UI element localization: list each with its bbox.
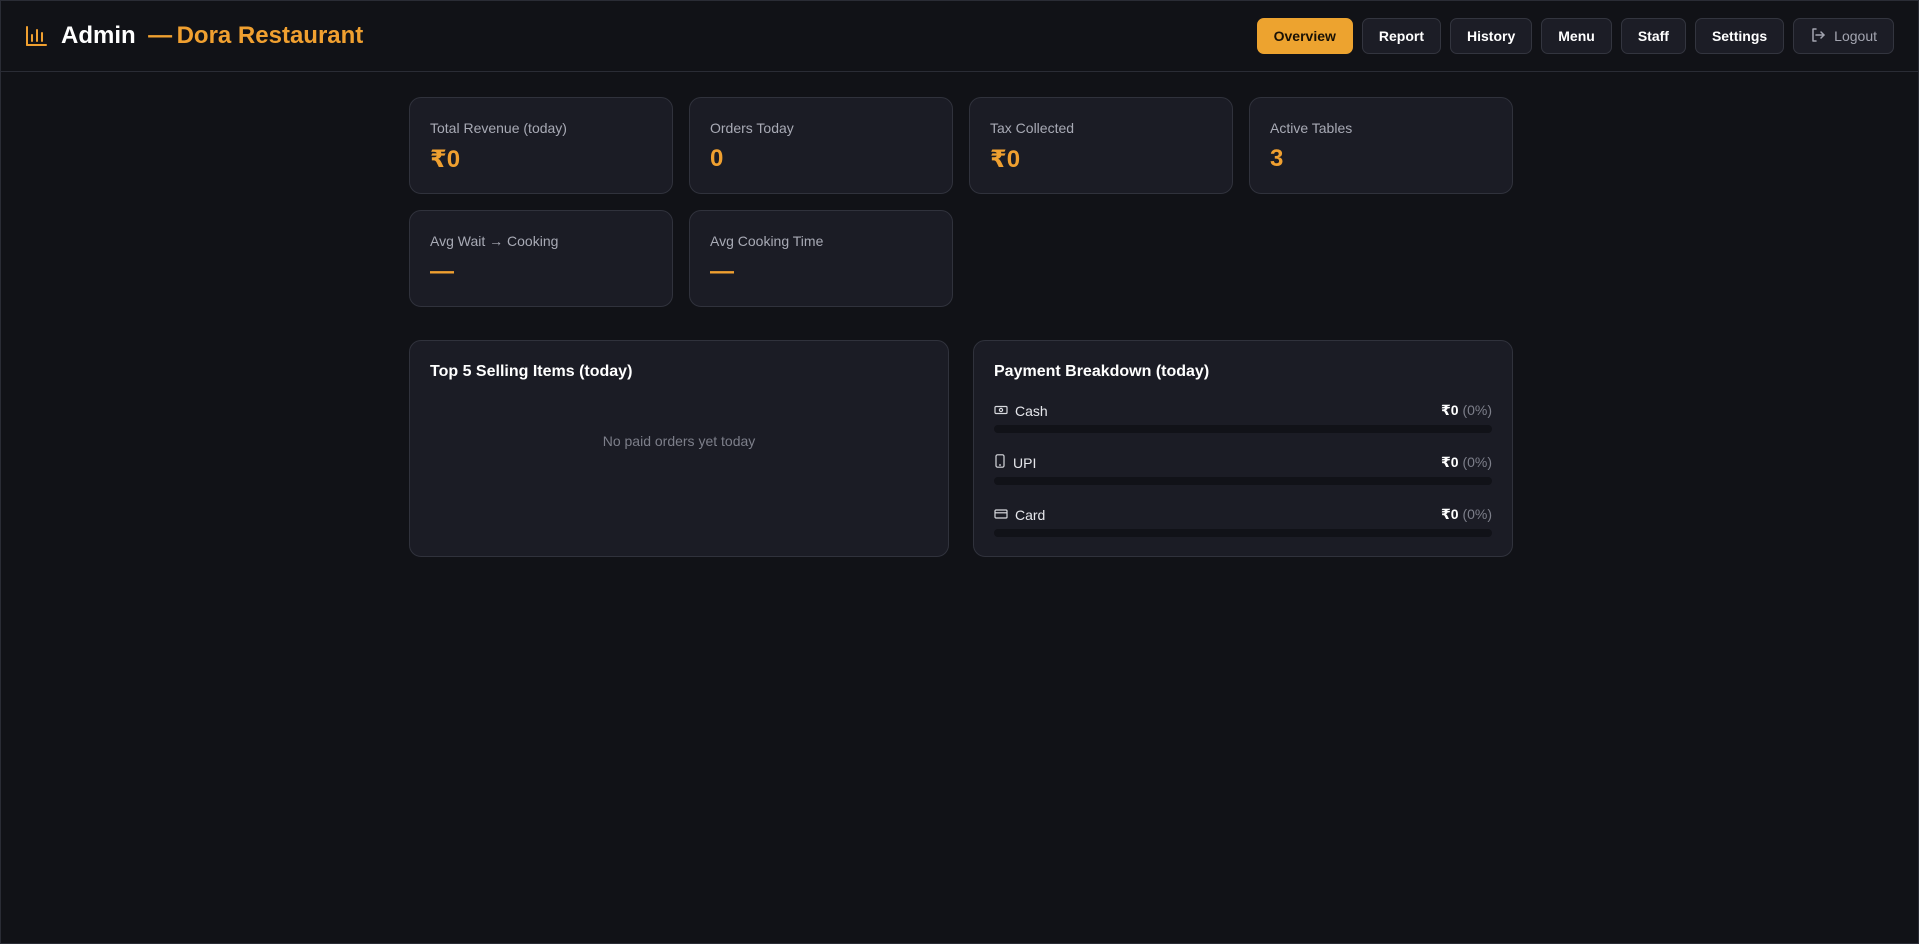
cash-icon [994, 403, 1008, 419]
stat-card-total-revenue: Total Revenue (today) ₹0 [409, 97, 673, 194]
logout-button[interactable]: Logout [1793, 18, 1894, 54]
payment-row-cash: Cash ₹0 (0%) [994, 402, 1492, 433]
overview-content: Total Revenue (today) ₹0 Orders Today 0 … [409, 97, 1513, 557]
payment-amount: ₹0 [1441, 454, 1459, 470]
payment-progress-bar [994, 477, 1492, 485]
payment-method-label: UPI [1013, 454, 1037, 471]
payment-percent: (0%) [1462, 454, 1492, 470]
nav-history-button[interactable]: History [1450, 18, 1533, 54]
payment-percent: (0%) [1462, 402, 1492, 418]
stats-grid: Total Revenue (today) ₹0 Orders Today 0 … [409, 97, 1513, 307]
stat-label: Active Tables [1270, 120, 1353, 136]
logout-label: Logout [1834, 28, 1877, 44]
stat-card-avg-cooking: Avg Cooking Time — [689, 210, 953, 307]
panels-row: Top 5 Selling Items (today) No paid orde… [409, 340, 1513, 557]
payment-progress-bar [994, 425, 1492, 433]
stat-label: Avg Wait → Cooking [430, 233, 559, 249]
stat-label: Total Revenue (today) [430, 120, 567, 136]
payment-percent: (0%) [1462, 506, 1492, 522]
payment-method-label: Cash [1015, 402, 1048, 419]
brand: Admin — Dora Restaurant [25, 22, 363, 50]
main-nav: Overview Report History Menu Staff Setti… [1256, 18, 1894, 54]
stat-value: ₹0 [990, 146, 1021, 173]
payment-row-card: Card ₹0 (0%) [994, 506, 1492, 537]
top-items-panel: Top 5 Selling Items (today) No paid orde… [409, 340, 949, 557]
stat-value: 0 [710, 145, 724, 172]
phone-icon [994, 454, 1006, 471]
stat-card-tax-collected: Tax Collected ₹0 [969, 97, 1233, 194]
admin-dashboard: Admin — Dora Restaurant Overview Report … [0, 0, 1919, 944]
stat-card-active-tables: Active Tables 3 [1249, 97, 1513, 194]
stat-card-orders-today: Orders Today 0 [689, 97, 953, 194]
restaurant-name: Dora Restaurant [176, 22, 364, 49]
payment-amount: ₹0 [1441, 402, 1459, 418]
panel-title: Payment Breakdown (today) [994, 363, 1210, 380]
nav-staff-button[interactable]: Staff [1620, 18, 1686, 54]
nav-settings-button[interactable]: Settings [1694, 18, 1785, 54]
stat-value: — [430, 258, 454, 285]
panel-title: Top 5 Selling Items (today) [430, 363, 633, 380]
stat-value: 3 [1270, 145, 1284, 172]
card-icon [994, 507, 1008, 523]
logout-icon [1810, 27, 1826, 46]
stat-card-avg-wait: Avg Wait → Cooking — [409, 210, 673, 307]
bar-chart-icon [25, 25, 47, 47]
payment-breakdown-panel: Payment Breakdown (today) Cash ₹0 (0%) U… [973, 340, 1513, 557]
stat-value: — [710, 258, 734, 285]
nav-overview-button[interactable]: Overview [1256, 18, 1353, 54]
app-title: Admin [61, 22, 136, 49]
payment-row-upi: UPI ₹0 (0%) [994, 454, 1492, 485]
stat-label: Tax Collected [990, 120, 1075, 136]
stat-value: ₹0 [430, 146, 461, 173]
top-header: Admin — Dora Restaurant Overview Report … [1, 1, 1918, 72]
payment-method-label: Card [1015, 506, 1046, 523]
title-separator: — [148, 22, 173, 49]
empty-state-message: No paid orders yet today [602, 433, 756, 449]
payment-amount: ₹0 [1441, 506, 1459, 522]
stat-label: Avg Cooking Time [710, 233, 824, 249]
nav-menu-button[interactable]: Menu [1541, 18, 1612, 54]
nav-report-button[interactable]: Report [1361, 18, 1442, 54]
stat-label: Orders Today [710, 120, 794, 136]
payment-progress-bar [994, 529, 1492, 537]
